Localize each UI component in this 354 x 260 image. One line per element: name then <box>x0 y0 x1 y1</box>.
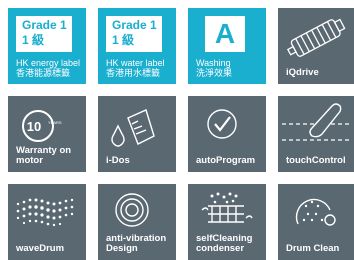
tile-caption: i-Dos <box>106 155 130 166</box>
caption-line2: Design <box>106 243 138 254</box>
wave-drum-icon <box>16 198 74 227</box>
caption-line2: 香港能源標籤 <box>16 68 71 78</box>
tile-caption: selfCleaning condenser <box>196 234 253 254</box>
tile-caption: anti-vibration Design <box>106 234 166 254</box>
badge-grade-text: Grade 1 <box>112 18 157 32</box>
tile-drum-clean: Drum Clean <box>278 184 354 260</box>
tile-caption: touchControl <box>286 155 346 166</box>
badge-grade-chinese: 1 級 <box>112 33 135 47</box>
tile-hk-energy-label: Grade 1 1 級 HK energy label 香港能源標籤 <box>8 8 86 84</box>
tile-washing-rating: A Washing 洗淨效果 <box>188 8 266 84</box>
tile-idos: i-Dos <box>98 96 176 172</box>
tile-caption: autoProgram <box>196 155 256 166</box>
caption-line1: Washing <box>196 58 231 68</box>
touch-finger-icon <box>282 103 352 141</box>
drum-clean-icon <box>295 198 336 226</box>
motor-icon <box>286 18 346 57</box>
caption-line2: 香港用水標籤 <box>106 68 161 78</box>
tile-caption: Warranty on motor <box>16 146 71 166</box>
caption-line1: HK water label <box>106 58 165 68</box>
tile-anti-vibration: anti-vibration Design <box>98 184 176 260</box>
self-cleaning-condenser-icon <box>201 192 253 223</box>
tile-autoprogram: autoProgram <box>188 96 266 172</box>
check-circle-icon <box>207 109 237 139</box>
tile-iqdrive: iQdrive <box>278 8 354 84</box>
caption-line2: condenser <box>196 243 245 254</box>
caption-line2: 洗淨效果 <box>196 68 233 78</box>
tile-warranty-motor: 10 YEARS Warranty on motor <box>8 96 86 172</box>
warranty-years-number: 10 <box>27 119 41 134</box>
grade-badge: Grade 1 1 級 <box>16 16 72 52</box>
caption-line1: HK energy label <box>16 58 81 68</box>
warranty-badge-icon: 10 YEARS <box>22 110 62 142</box>
anti-vibration-icon <box>115 193 149 227</box>
tile-wavedrum: waveDrum <box>8 184 86 260</box>
tile-caption: Drum Clean <box>286 243 340 254</box>
tile-touchcontrol: touchControl <box>278 96 354 172</box>
warranty-years-label: YEARS <box>48 120 62 125</box>
badge-grade-text: Grade 1 <box>22 18 67 32</box>
tile-caption: HK energy label 香港能源標籤 <box>16 58 80 78</box>
tile-caption: waveDrum <box>16 243 65 254</box>
tile-self-cleaning-condenser: selfCleaning condenser <box>188 184 266 260</box>
tile-caption: HK water label 香港用水標籤 <box>106 58 165 78</box>
tile-caption: Washing 洗淨效果 <box>196 58 232 78</box>
caption-line2: motor <box>16 155 43 166</box>
washing-grade-badge: A <box>205 16 245 52</box>
tile-caption: iQdrive <box>286 67 319 78</box>
badge-grade-chinese: 1 級 <box>22 33 45 47</box>
grade-badge: Grade 1 1 級 <box>106 16 162 52</box>
detergent-dosing-icon <box>111 109 155 147</box>
tile-hk-water-label: Grade 1 1 級 HK water label 香港用水標籤 <box>98 8 176 84</box>
